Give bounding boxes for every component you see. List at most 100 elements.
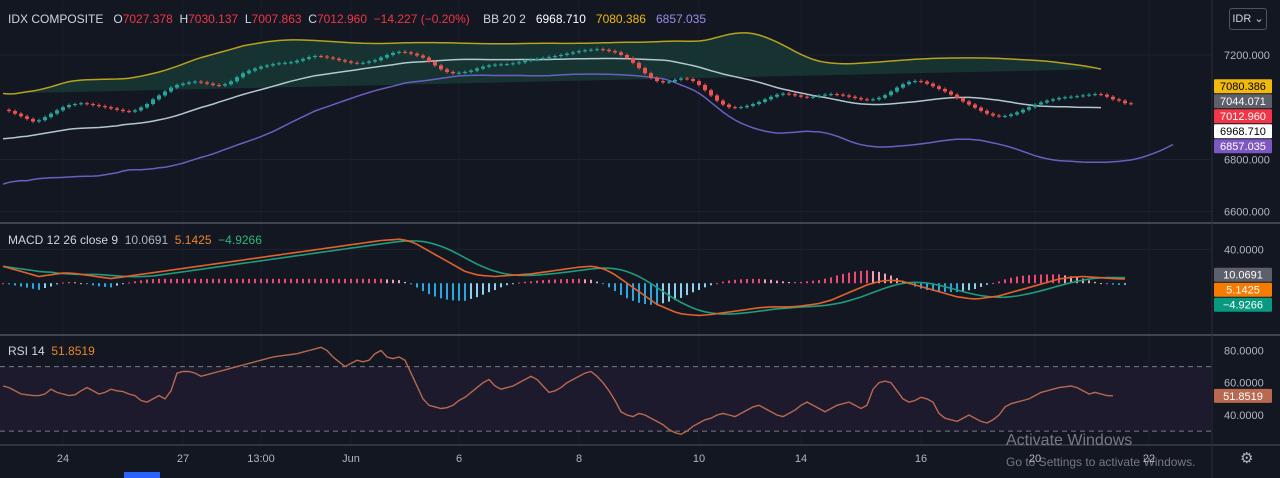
macd-histogram-bar [494, 283, 496, 291]
candle-body [607, 49, 611, 52]
candle-body [799, 95, 803, 97]
candle-body [241, 73, 245, 78]
candle-body [217, 84, 221, 86]
macd-histogram-bar [398, 280, 400, 284]
macd-histogram-bar [404, 281, 406, 284]
candle-body [751, 104, 755, 106]
macd-histogram-bar [98, 283, 100, 287]
candle-body [481, 66, 485, 69]
time-axis-label: Jun [342, 453, 360, 465]
macd-histogram-bar [332, 278, 334, 284]
candle-body [499, 64, 503, 66]
time-axis-label: 14 [795, 453, 807, 465]
candle-body [487, 65, 491, 67]
macd-axis-label: 40.0000 [1224, 244, 1264, 256]
candle-body [985, 110, 989, 114]
candle-body [205, 82, 209, 84]
macd-histogram-bar [92, 283, 94, 286]
time-axis-label: 16 [915, 453, 927, 465]
macd-histogram-bar [776, 280, 778, 284]
gear-icon[interactable]: ⚙ [1240, 449, 1253, 467]
candle-body [199, 81, 203, 83]
candle-body [109, 107, 113, 109]
time-axis-label: 13:00 [247, 453, 275, 465]
macd-label[interactable]: MACD 12 26 close 9 [8, 233, 118, 247]
macd-histogram-bar [746, 279, 748, 284]
candle-body [769, 96, 773, 100]
price-axis-label: 6600.000 [1224, 207, 1270, 219]
macd-histogram-bar [158, 278, 160, 284]
candle-body [505, 64, 509, 66]
candle-body [253, 68, 257, 71]
macd-histogram-bar [536, 280, 538, 284]
candle-body [1033, 104, 1037, 108]
candle-body [85, 103, 89, 105]
candle-body [277, 63, 281, 65]
macd-histogram-bar [962, 283, 964, 292]
macd-histogram-bar [1040, 274, 1042, 284]
candle-body [841, 94, 845, 96]
candle-body [415, 53, 419, 56]
bb-label[interactable]: BB 20 2 [483, 12, 526, 26]
macd-histogram-bar [278, 278, 280, 284]
candle-body [589, 49, 593, 51]
candle-body [355, 62, 359, 64]
candle-body [823, 94, 827, 96]
candle-body [313, 56, 317, 58]
low-key: L [244, 12, 252, 26]
candle-body [967, 101, 971, 105]
candle-body [271, 64, 275, 66]
candle-body [379, 57, 383, 61]
candle-body [181, 83, 185, 85]
macd-histogram-bar [74, 282, 76, 284]
candle-body [1081, 95, 1085, 97]
macd-histogram-bar [248, 278, 250, 284]
candle-body [1111, 96, 1115, 100]
macd-histogram-bar [1028, 275, 1030, 284]
candle-body [523, 60, 527, 63]
macd-histogram-bar [26, 283, 28, 288]
macd-histogram-bar [884, 273, 886, 284]
macd-histogram-bar [392, 279, 394, 284]
macd-histogram-bar [488, 283, 490, 293]
currency-dropdown[interactable]: IDR ⌄ [1229, 8, 1267, 30]
candle-body [1045, 100, 1049, 103]
candle-body [229, 81, 233, 85]
macd-histogram-bar [848, 272, 850, 284]
macd-histogram-bar [272, 278, 274, 284]
close-value: 7012.960 [316, 12, 367, 26]
candle-body [739, 107, 743, 109]
candle-body [25, 116, 29, 119]
candle-body [637, 62, 641, 69]
macd-histogram-bar [368, 278, 370, 284]
activate-windows-title: Activate Windows [1006, 432, 1133, 449]
symbol-name[interactable]: IDX COMPOSITE [8, 12, 103, 26]
candle-body [655, 77, 659, 82]
high-value: 7030.137 [188, 12, 239, 26]
candle-body [583, 50, 587, 52]
rsi-label[interactable]: RSI 14 [8, 344, 45, 358]
candle-body [517, 62, 521, 64]
macd-histogram-bar [1094, 281, 1096, 284]
candle-body [319, 56, 323, 58]
open-value: 7027.378 [122, 12, 173, 26]
candle-body [895, 87, 899, 92]
candle-body [55, 110, 59, 114]
macd-histogram-bar [968, 283, 970, 291]
macd-histogram-bar [1106, 283, 1108, 285]
macd-histogram-bar [572, 278, 574, 284]
candle-body [763, 99, 767, 102]
macd-histogram-bar [1010, 277, 1012, 284]
candle-body [757, 101, 761, 105]
candle-body [1087, 94, 1091, 96]
candle-body [283, 62, 287, 64]
candle-body [787, 93, 791, 95]
macd-histogram-bar [200, 278, 202, 284]
candle-body [991, 113, 995, 116]
macd-histogram-bar [866, 270, 868, 284]
macd-histogram-bar [170, 278, 172, 284]
candle-body [139, 107, 143, 111]
candle-body [1021, 109, 1025, 113]
candle-body [631, 58, 635, 63]
candle-body [37, 120, 41, 122]
